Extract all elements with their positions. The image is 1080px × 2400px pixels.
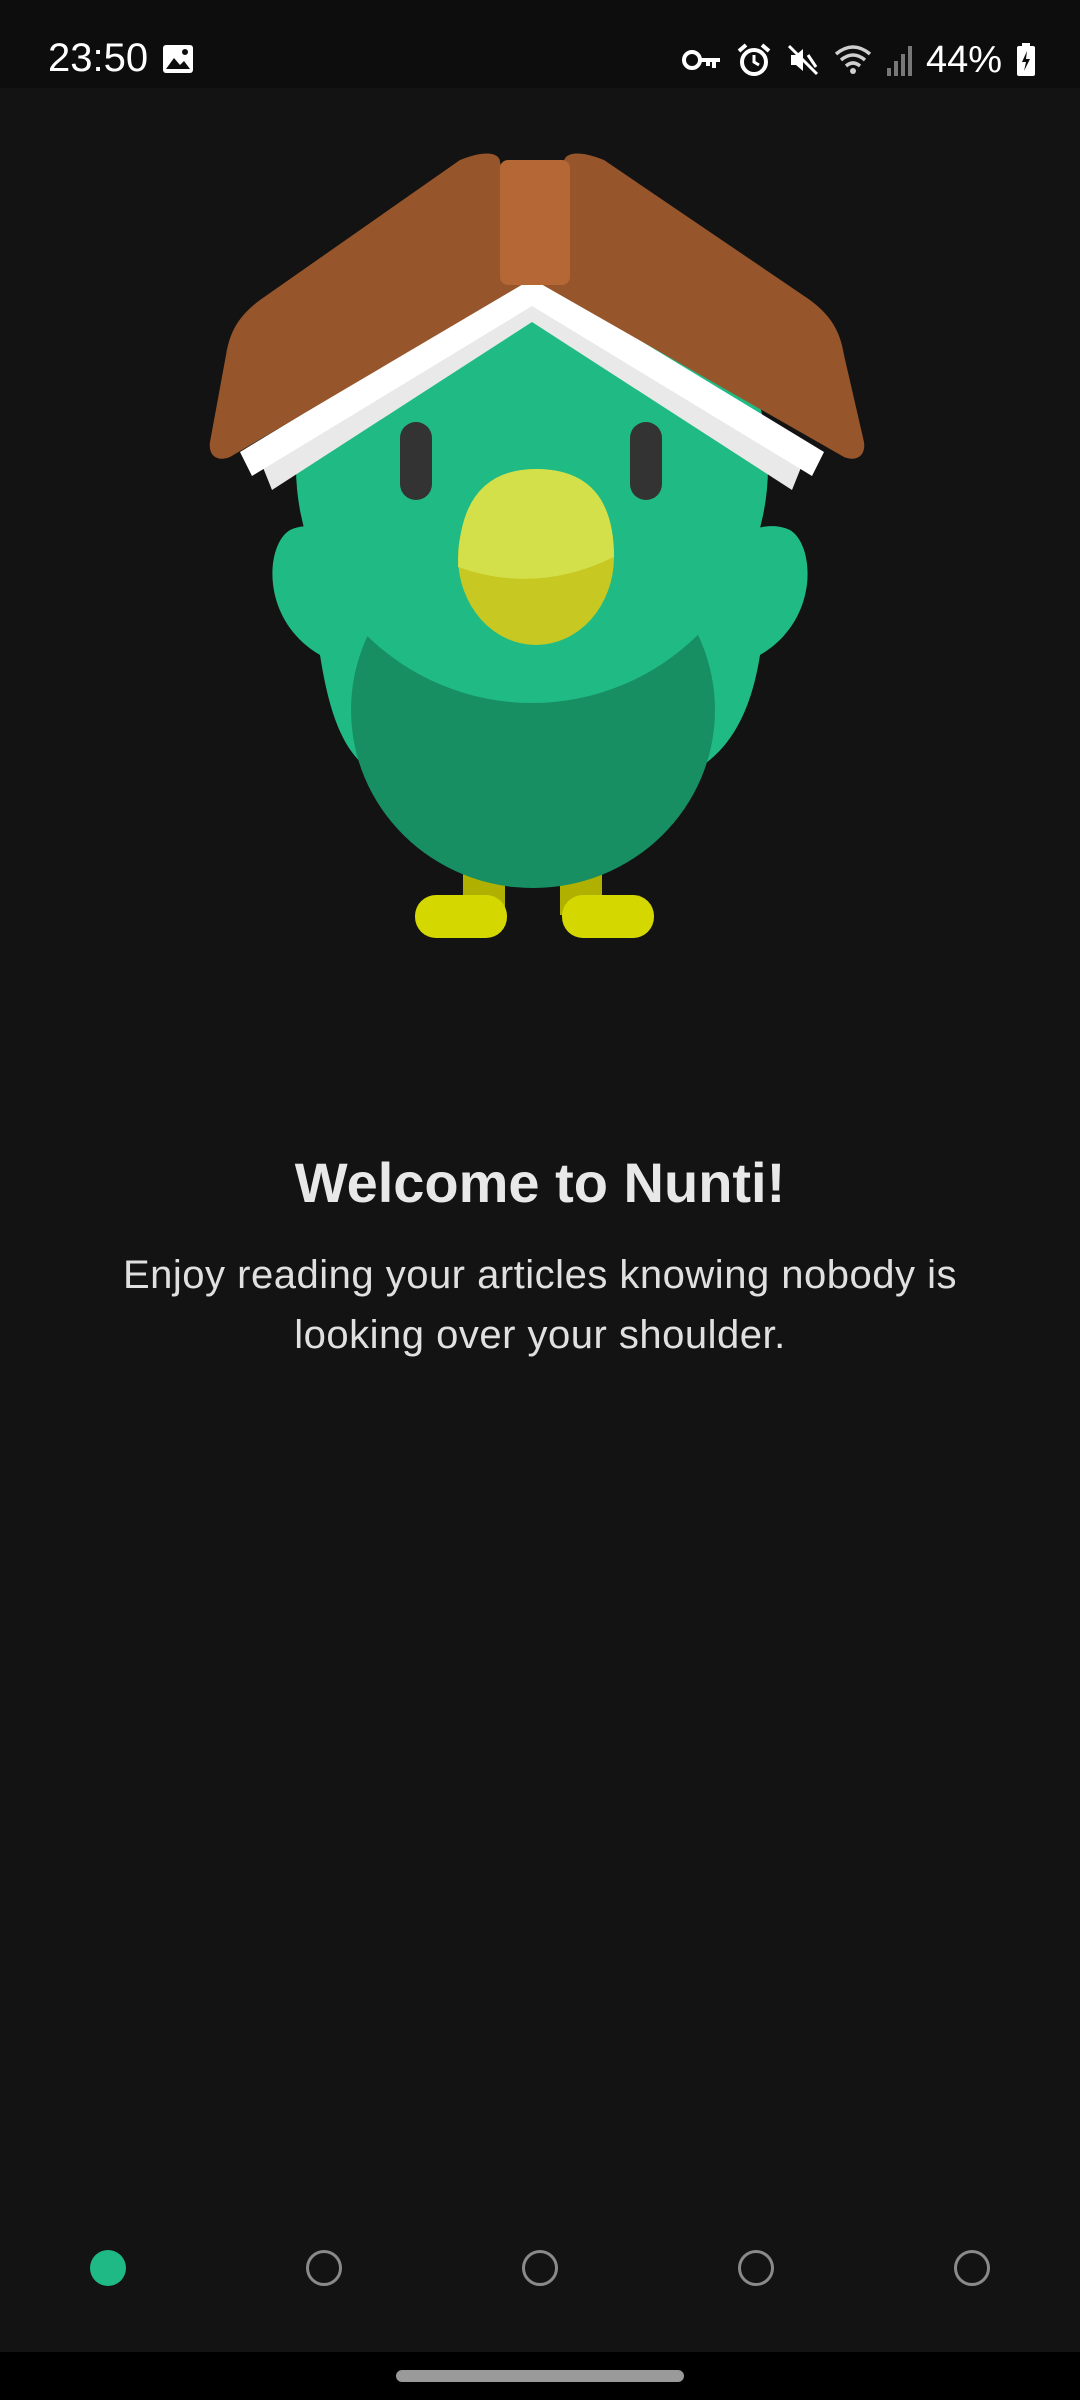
page-dot-4[interactable]: [738, 2250, 774, 2286]
welcome-subtitle: Enjoy reading your articles knowing nobo…: [122, 1253, 958, 1357]
page-dot-2[interactable]: [306, 2250, 342, 2286]
left-eye: [400, 422, 432, 500]
battery-charging-icon: [1017, 43, 1035, 76]
page-dot-3[interactable]: [522, 2250, 558, 2286]
alarm-icon: [737, 43, 771, 76]
page-dot-1[interactable]: [90, 2250, 126, 2286]
book-spine: [500, 160, 570, 285]
status-icons: 44%: [681, 36, 1036, 84]
page-dot-5[interactable]: [954, 2250, 990, 2286]
nunti-mascot-illustration: [209, 153, 865, 938]
mute-icon: [787, 44, 818, 76]
status-bar: 23:50 44%: [0, 0, 1080, 88]
image-icon: [163, 45, 193, 73]
signal-icon: [886, 46, 912, 76]
right-eye: [630, 422, 662, 500]
welcome-title: Welcome to Nunti!: [294, 1151, 786, 1214]
status-time: 23:50: [48, 36, 149, 80]
page-indicator: [0, 2250, 1080, 2290]
battery-percentage: 44%: [925, 38, 1002, 81]
home-gesture-handle[interactable]: [396, 2370, 684, 2382]
wifi-icon: [834, 45, 872, 74]
vpn-key-icon: [681, 50, 720, 70]
